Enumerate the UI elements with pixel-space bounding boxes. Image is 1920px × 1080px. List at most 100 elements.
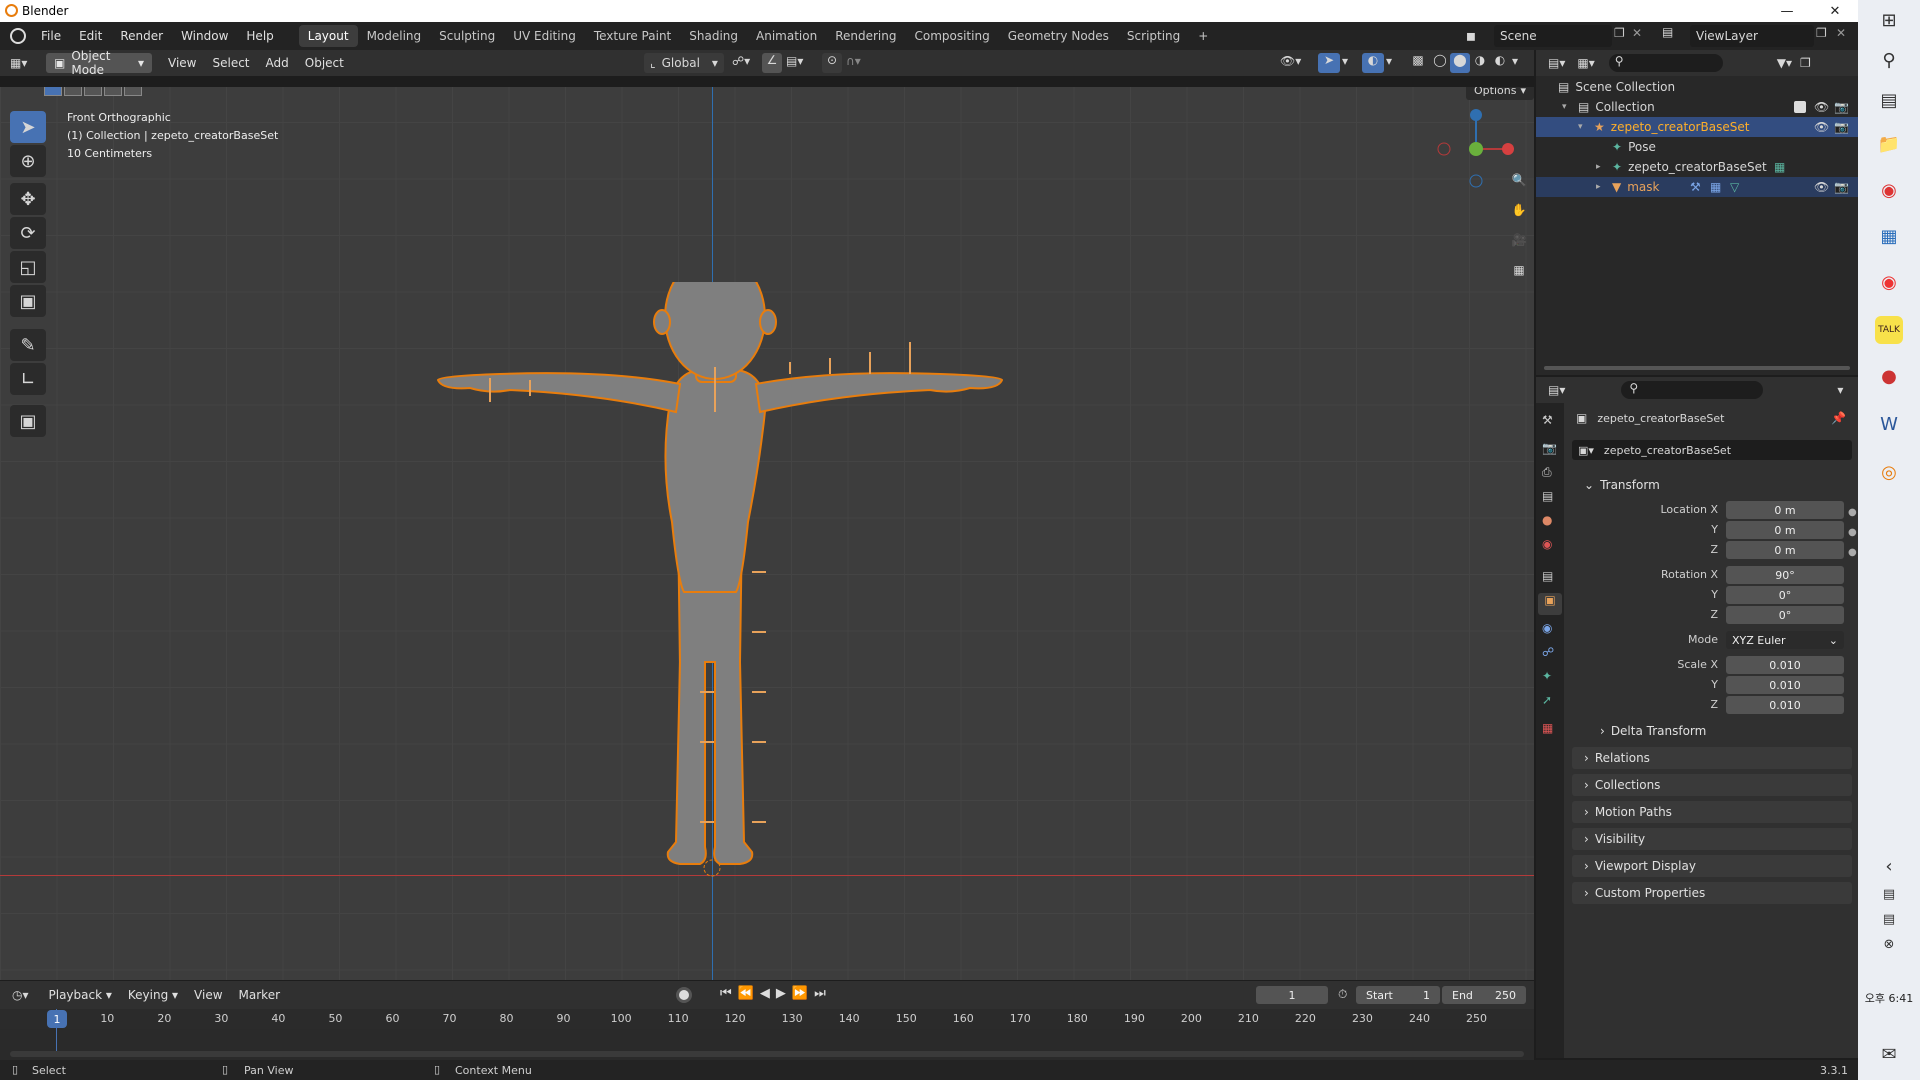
outliner-row-armature-data[interactable]: ▸ ✦ zepeto_creatorBaseSet ▦ [1536, 157, 1858, 177]
location-y-field[interactable]: 0 m [1726, 521, 1844, 539]
add-workspace-button[interactable]: + [1189, 25, 1217, 47]
location-x-field[interactable]: 0 m [1726, 501, 1844, 519]
annotate-tool[interactable]: ✎ [10, 329, 46, 361]
menu-edit[interactable]: Edit [70, 22, 111, 50]
select-extend-icon[interactable] [64, 87, 82, 96]
task-view-icon[interactable]: ▤ [1875, 86, 1903, 114]
rotation-z-field[interactable]: 0° [1726, 606, 1844, 624]
pin-icon[interactable]: 📌 [1831, 411, 1846, 425]
tab-geometry-nodes[interactable]: Geometry Nodes [999, 25, 1118, 47]
display-mode-icon[interactable]: ▦▾ [1577, 56, 1594, 70]
transform-tool[interactable]: ▣ [10, 285, 46, 317]
tool-tab-icon[interactable]: ⚒ [1542, 413, 1553, 427]
rotate-tool[interactable]: ⟳ [10, 217, 46, 249]
lock-icon[interactable]: ● [1848, 503, 1857, 523]
rotation-x-field[interactable]: 90° [1726, 566, 1844, 584]
expand-icon[interactable]: ▾ [1578, 122, 1590, 132]
relations-panel-header[interactable]: › Relations [1572, 747, 1852, 769]
eye-icon[interactable]: 👁 [1814, 100, 1829, 114]
measure-tool[interactable]: ∟ [10, 363, 46, 395]
wireframe-shading-icon[interactable]: ◯ [1430, 53, 1450, 73]
tab-compositing[interactable]: Compositing [905, 25, 998, 47]
select-intersect-icon[interactable] [124, 87, 142, 96]
timeline-scrollbar[interactable] [10, 1051, 1524, 1057]
view-layer-browse-icon[interactable]: ▤ [1662, 25, 1686, 47]
overlays-toggle-icon[interactable]: ◐ [1362, 53, 1384, 73]
pivot-point-icon[interactable]: ☍▾ [732, 54, 750, 68]
visibility-icon[interactable]: 👁▾ [1280, 54, 1301, 68]
render-camera-icon[interactable]: 📷 [1834, 120, 1849, 134]
scale-x-field[interactable]: 0.010 [1726, 656, 1844, 674]
kakaotalk-icon[interactable]: TALK [1875, 316, 1903, 344]
collection-tab-icon[interactable]: ▤ [1542, 569, 1553, 583]
scale-y-field[interactable]: 0.010 [1726, 676, 1844, 694]
proportional-edit-icon[interactable]: ⊙ [822, 53, 842, 73]
chevron-left-icon[interactable]: ‹ [1875, 852, 1903, 880]
lock-icon[interactable]: ● [1848, 543, 1857, 563]
outliner-row-pose[interactable]: ✦ Pose [1536, 137, 1858, 157]
tab-texture-paint[interactable]: Texture Paint [585, 25, 680, 47]
menu-view[interactable]: View [160, 56, 204, 70]
close-window-button[interactable]: ✕ [1812, 0, 1858, 22]
notification-icon[interactable]: ✉ [1875, 1040, 1903, 1068]
lock-icon[interactable]: ● [1848, 523, 1857, 543]
scale-tool[interactable]: ◱ [10, 251, 46, 283]
expand-icon[interactable]: ▸ [1596, 182, 1608, 192]
chrome-icon[interactable]: ◉ [1875, 176, 1903, 204]
menu-add[interactable]: Add [258, 56, 297, 70]
view-layer-tab-icon[interactable]: ▤ [1542, 489, 1553, 503]
constraints-tab-icon[interactable]: ☍ [1542, 645, 1554, 659]
next-keyframe-icon[interactable]: ⏩ [792, 986, 808, 1001]
menu-help[interactable]: Help [237, 22, 282, 50]
delete-view-layer-icon[interactable]: ✕ [1836, 26, 1846, 40]
minimize-button[interactable]: — [1764, 0, 1810, 22]
character-model[interactable] [430, 282, 1010, 962]
material-shading-icon[interactable]: ◑ [1470, 53, 1490, 73]
3d-viewport[interactable]: Options ▾ Front Orthographic (1) Collecti… [0, 87, 1534, 980]
zoom-icon[interactable]: 🔍 [1506, 167, 1532, 193]
new-collection-icon[interactable]: ❐ [1800, 56, 1811, 70]
menu-select[interactable]: Select [204, 56, 257, 70]
tab-layout[interactable]: Layout [298, 25, 358, 47]
expand-icon[interactable]: ▸ [1596, 162, 1608, 172]
timeline-editor-icon[interactable]: ◷▾ [12, 988, 29, 1002]
render-tab-icon[interactable]: 📷 [1542, 441, 1557, 455]
blender-menu-icon[interactable] [10, 28, 26, 44]
calculator-icon[interactable]: ▦ [1875, 222, 1903, 250]
object-data-tab-icon[interactable]: ✦ [1542, 669, 1552, 683]
mode-selector[interactable]: ▣ Object Mode ▾ [46, 49, 152, 77]
collections-panel-header[interactable]: › Collections [1572, 774, 1852, 796]
properties-editor-icon[interactable]: ▤▾ [1548, 383, 1565, 397]
eye-icon[interactable]: 👁 [1814, 120, 1829, 134]
app-red-circle-icon[interactable]: ◉ [1875, 268, 1903, 296]
pan-hand-icon[interactable]: ✋ [1506, 197, 1532, 223]
tab-modeling[interactable]: Modeling [358, 25, 431, 47]
snap-toggle-icon[interactable]: ∠ [762, 53, 782, 73]
falloff-icon[interactable]: ∩▾ [846, 54, 861, 68]
shading-dropdown-icon[interactable]: ▾ [1512, 54, 1518, 68]
tab-rendering[interactable]: Rendering [826, 25, 905, 47]
scene-selector[interactable]: Scene [1494, 25, 1612, 47]
tab-shading[interactable]: Shading [680, 25, 747, 47]
word-icon[interactable]: W [1875, 410, 1903, 438]
render-camera-icon[interactable]: 📷 [1834, 180, 1849, 194]
record-button[interactable] [676, 987, 692, 1003]
gizmo-toggle-icon[interactable]: ➤ [1318, 53, 1340, 73]
scale-z-field[interactable]: 0.010 [1726, 696, 1844, 714]
outliner-row-armature[interactable]: ▾ ★ zepeto_creatorBaseSet 👁 📷 [1536, 117, 1858, 137]
properties-search-input[interactable]: ⚲ [1621, 381, 1764, 399]
menu-keying[interactable]: Keying ▾ [120, 988, 186, 1002]
windows-start-icon[interactable]: ⊞ [1875, 6, 1903, 34]
outliner-row-collection[interactable]: ▾ ▤ Collection 👁 📷 [1536, 97, 1858, 117]
rendered-shading-icon[interactable]: ◐ [1490, 53, 1510, 73]
add-cube-tool[interactable]: ▣ [10, 405, 46, 437]
viewport-display-panel-header[interactable]: › Viewport Display [1572, 855, 1852, 877]
current-frame-field[interactable]: 1 [1256, 986, 1328, 1004]
menu-playback[interactable]: Playback ▾ [41, 988, 120, 1002]
rotation-y-field[interactable]: 0° [1726, 586, 1844, 604]
menu-render[interactable]: Render [111, 22, 172, 50]
select-new-icon[interactable] [44, 87, 62, 96]
frame-ruler[interactable]: 1102030405060708090100110120130140150160… [0, 1009, 1534, 1029]
physics-tab-icon[interactable]: ◉ [1542, 621, 1552, 635]
delta-transform-header[interactable]: › Delta Transform [1588, 720, 1848, 742]
